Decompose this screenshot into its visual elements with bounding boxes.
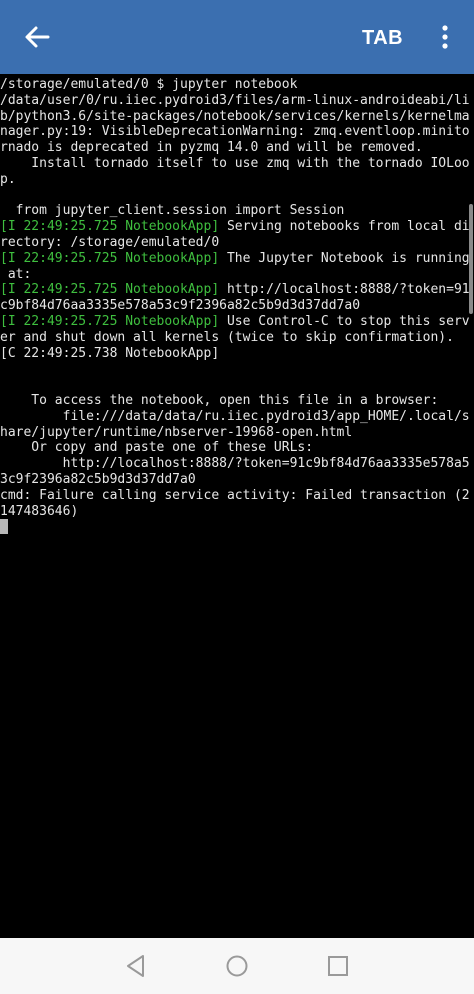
- line-text: Install tornado itself to use zmq with t…: [0, 155, 470, 171]
- line-text: To access the notebook, open this file i…: [0, 392, 439, 408]
- line-text: rectory: /storage/emulated/0: [0, 234, 220, 250]
- terminal-line: [I 22:49:25.725 NotebookApp] http://loca…: [0, 282, 470, 298]
- line-text: [C 22:49:25.738 NotebookApp]: [0, 345, 220, 361]
- line-text: b/python3.6/site-packages/notebook/servi…: [0, 108, 470, 124]
- line-text: /storage/emulated/0 $ jupyter notebook: [0, 77, 298, 92]
- terminal-lines: /storage/emulated/0 $ jupyter notebook/d…: [0, 77, 470, 535]
- terminal-line: [I 22:49:25.725 NotebookApp] Use Control…: [0, 314, 470, 330]
- terminal-line: rnado is deprecated in pyzmq 14.0 and wi…: [0, 140, 470, 156]
- line-text: hare/jupyter/runtime/nbserver-19968-open…: [0, 424, 353, 440]
- line-text: 3c9f2396a82c5b9d3d37dd7a0: [0, 471, 196, 487]
- line-text: file:///data/data/ru.iiec.pydroid3/app_H…: [0, 408, 470, 424]
- prompt-line: [0, 519, 470, 535]
- terminal-line: 3c9f2396a82c5b9d3d37dd7a0: [0, 472, 470, 488]
- nav-home-circle-icon[interactable]: [223, 952, 251, 980]
- line-text: c9bf84d76aa3335e578a53c9f2396a82c5b9d3d3…: [0, 298, 361, 314]
- terminal-line: nager.py:19: VisibleDeprecationWarning: …: [0, 124, 470, 140]
- terminal-line: at:: [0, 267, 470, 283]
- terminal-line: hare/jupyter/runtime/nbserver-19968-open…: [0, 425, 470, 441]
- terminal-output[interactable]: /storage/emulated/0 $ jupyter notebook/d…: [0, 74, 474, 938]
- terminal-line: [I 22:49:25.725 NotebookApp] Serving not…: [0, 219, 470, 235]
- terminal-line: http://localhost:8888/?token=91c9bf84d76…: [0, 456, 470, 472]
- line-text: rnado is deprecated in pyzmq 14.0 and wi…: [0, 140, 423, 156]
- line-text: er and shut down all kernels (twice to s…: [0, 329, 454, 345]
- app-bar: TAB: [0, 0, 474, 74]
- log-prefix: [I 22:49:25.725 NotebookApp]: [0, 282, 220, 298]
- log-prefix: [I 22:49:25.725 NotebookApp]: [0, 219, 220, 235]
- terminal-line: Or copy and paste one of these URLs:: [0, 440, 470, 456]
- pydroid-terminal-screen: TAB /storage/emulated/0 $ jupyter notebo…: [0, 0, 474, 994]
- terminal-line: b/python3.6/site-packages/notebook/servi…: [0, 109, 470, 125]
- line-text: 147483646): [0, 503, 79, 519]
- terminal-line: To access the notebook, open this file i…: [0, 393, 470, 409]
- line-text: p.: [0, 171, 16, 187]
- terminal-line: p.: [0, 172, 470, 188]
- line-text: at:: [0, 266, 32, 282]
- terminal-line: /storage/emulated/0 $ jupyter notebook: [0, 77, 470, 93]
- arrow-back-icon[interactable]: [22, 22, 52, 52]
- log-prefix: [I 22:49:25.725 NotebookApp]: [0, 313, 220, 329]
- nav-back-triangle-icon[interactable]: [122, 952, 150, 980]
- system-navigation-bar: [0, 938, 474, 994]
- more-vert-icon[interactable]: [432, 22, 458, 52]
- terminal-line: er and shut down all kernels (twice to s…: [0, 330, 470, 346]
- log-prefix: [I 22:49:25.725 NotebookApp]: [0, 250, 220, 266]
- text-cursor: [0, 519, 8, 535]
- scrollbar-thumb[interactable]: [469, 204, 473, 314]
- tab-key-button[interactable]: TAB: [362, 24, 422, 52]
- terminal-line: 147483646): [0, 504, 470, 520]
- line-text: Serving notebooks from local di: [219, 219, 470, 235]
- terminal-line: [I 22:49:25.725 NotebookApp] The Jupyter…: [0, 251, 470, 267]
- line-text: from jupyter_client.session import Sessi…: [0, 203, 345, 219]
- terminal-line: from jupyter_client.session import Sessi…: [0, 203, 470, 219]
- terminal-line: cmd: Failure calling service activity: F…: [0, 488, 470, 504]
- terminal-line: c9bf84d76aa3335e578a53c9f2396a82c5b9d3d3…: [0, 298, 470, 314]
- line-text: The Jupyter Notebook is running: [219, 250, 470, 266]
- terminal-line: [C 22:49:25.738 NotebookApp]: [0, 346, 470, 362]
- line-text: http://localhost:8888/?token=91: [219, 282, 470, 298]
- terminal-line: /data/user/0/ru.iiec.pydroid3/files/arm-…: [0, 93, 470, 109]
- terminal-line: rectory: /storage/emulated/0: [0, 235, 470, 251]
- line-text: http://localhost:8888/?token=91c9bf84d76…: [0, 456, 470, 472]
- line-text: cmd: Failure calling service activity: F…: [0, 487, 470, 503]
- line-text: Or copy and paste one of these URLs:: [0, 440, 314, 456]
- line-text: /data/user/0/ru.iiec.pydroid3/files/arm-…: [0, 92, 470, 108]
- line-text: Use Control-C to stop this serv: [219, 313, 470, 329]
- terminal-line: Install tornado itself to use zmq with t…: [0, 155, 470, 172]
- terminal-line: file:///data/data/ru.iiec.pydroid3/app_H…: [0, 409, 470, 425]
- nav-recents-square-icon[interactable]: [324, 952, 352, 980]
- line-text: nager.py:19: VisibleDeprecationWarning: …: [0, 124, 470, 140]
